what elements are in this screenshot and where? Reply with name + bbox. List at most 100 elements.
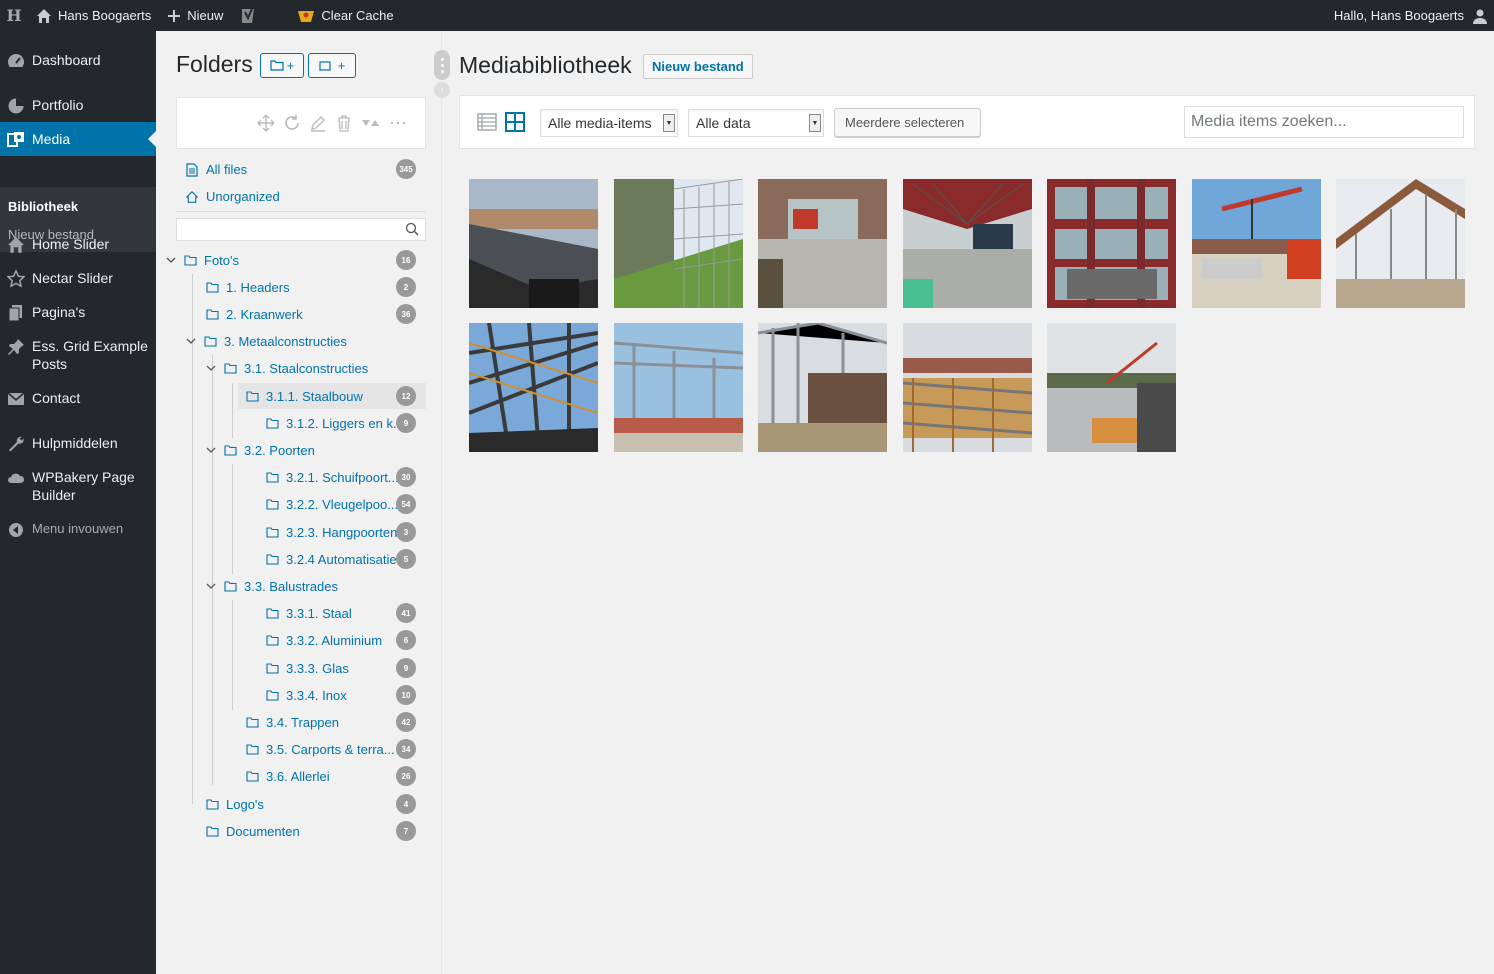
folder-icon [246, 390, 260, 402]
date-filter-select[interactable]: Alle data ▼ [688, 109, 824, 137]
media-thumbnail[interactable] [469, 323, 598, 452]
folder-icon [266, 607, 280, 619]
site-name-link[interactable]: Hans Boogaerts [28, 0, 159, 31]
media-thumbnail[interactable] [614, 323, 743, 452]
new-folder-button[interactable]: + [260, 53, 304, 78]
folder-label: 3.2.4 Automatisatie [286, 551, 397, 567]
chevron-down-icon[interactable] [166, 257, 178, 264]
folder-tree-item[interactable]: 3.2.1. Schuifpoort... [266, 464, 399, 490]
wp-logo-menu[interactable]: H [0, 0, 28, 31]
folder-label: 3.3.3. Glas [286, 660, 349, 676]
move-icon[interactable] [257, 114, 275, 137]
chevron-down-icon[interactable] [206, 365, 218, 372]
grid-view-icon[interactable] [505, 112, 525, 132]
mail-icon [6, 389, 26, 409]
folder-tree-item[interactable]: 3.2.4 Automatisatie [266, 546, 397, 572]
menu-contact[interactable]: Contact [0, 389, 156, 409]
unorganized-item[interactable]: Unorganized [186, 189, 280, 204]
menu-home-slider[interactable]: Home Slider [0, 235, 156, 255]
collapse-panel-icon[interactable]: ‹ [434, 82, 450, 98]
collapse-menu-button[interactable]: Menu invouwen [0, 520, 156, 540]
folder-icon [184, 254, 198, 266]
folder-tree-item[interactable]: 3.2.3. Hangpoorten [266, 519, 397, 545]
sort-icon[interactable] [361, 114, 381, 137]
submenu-library[interactable]: Bibliotheek [0, 199, 86, 214]
tree-connector-line [232, 600, 233, 710]
count-badge: 36 [396, 304, 416, 324]
media-thumbnail[interactable] [903, 323, 1032, 452]
media-thumbnail[interactable] [1336, 179, 1465, 308]
media-thumbnail[interactable] [903, 179, 1032, 308]
panel-resize-handle[interactable]: ‹ [434, 50, 450, 98]
media-thumbnail[interactable] [1192, 179, 1321, 308]
folder-tree-item[interactable]: 3.3.3. Glas [266, 655, 349, 681]
chevron-down-icon[interactable] [186, 338, 198, 345]
folder-tree-item[interactable]: 3. Metaalconstructies [186, 328, 347, 354]
all-files-item[interactable]: All files [186, 162, 247, 177]
media-thumbnail[interactable] [1047, 323, 1176, 452]
media-toolbar: Alle media-items ▼ Alle data ▼ Meerdere … [459, 95, 1475, 149]
menu-ess-grid[interactable]: Ess. Grid Example Posts [0, 337, 156, 373]
trash-icon[interactable] [335, 114, 353, 137]
refresh-icon[interactable] [283, 114, 301, 137]
folder-tree-item[interactable]: 3.1.2. Liggers en k... [266, 410, 404, 436]
folder-tree-item[interactable]: 3.3. Balustrades [206, 573, 338, 599]
edit-icon[interactable] [309, 114, 327, 137]
folder-tree-item[interactable]: 3.3.1. Staal [266, 600, 352, 626]
folder-tree-item[interactable]: 1. Headers [206, 274, 290, 300]
folder-label: 3.6. Allerlei [266, 768, 330, 784]
folder-tree-item[interactable]: Foto's [166, 247, 239, 273]
media-thumbnail[interactable] [469, 179, 598, 308]
media-thumbnail[interactable] [1047, 179, 1176, 308]
menu-nectar-slider[interactable]: Nectar Slider [0, 269, 156, 289]
menu-wpbakery[interactable]: WPBakery Page Builder [0, 468, 156, 504]
add-new-media-button[interactable]: Nieuw bestand [643, 54, 753, 79]
folder-tree-item[interactable]: 3.5. Carports & terra... [246, 736, 395, 762]
chevron-down-icon[interactable] [206, 447, 218, 454]
new-file-button[interactable]: + [308, 53, 356, 78]
folder-tree-item[interactable]: 3.6. Allerlei [246, 763, 330, 789]
folder-tree-item[interactable]: Documenten [206, 818, 300, 844]
menu-tools[interactable]: Hulpmiddelen [0, 434, 156, 454]
folder-label: 3.5. Carports & terra... [266, 741, 395, 757]
count-badge: 7 [396, 821, 416, 841]
media-type-select[interactable]: Alle media-items ▼ [540, 109, 678, 137]
media-thumbnail[interactable] [758, 323, 887, 452]
folder-tree-item[interactable]: 3.4. Trappen [246, 709, 339, 735]
media-thumbnail[interactable] [614, 179, 743, 308]
media-thumbnail[interactable] [758, 179, 887, 308]
folder-search-input[interactable] [176, 218, 426, 241]
folder-label: 3.3. Balustrades [244, 578, 338, 594]
menu-pages[interactable]: Pagina's [0, 303, 156, 323]
folder-tree-item[interactable]: 2. Kraanwerk [206, 301, 303, 327]
home-icon [6, 235, 26, 255]
menu-dashboard[interactable]: Dashboard [0, 51, 156, 71]
chevron-down-icon[interactable] [206, 583, 218, 590]
site-name-label: Hans Boogaerts [58, 8, 152, 23]
menu-media[interactable]: Media [0, 122, 156, 156]
folder-plus-icon [270, 60, 284, 71]
my-account-link[interactable]: Hallo, Hans Boogaerts [1326, 0, 1494, 31]
folder-tree-item[interactable]: 3.3.4. Inox [266, 682, 347, 708]
more-icon[interactable] [389, 114, 407, 137]
media-search-input[interactable] [1184, 106, 1464, 138]
list-view-icon[interactable] [477, 112, 497, 132]
count-badge: 34 [396, 739, 416, 759]
folder-icon [224, 580, 238, 592]
folder-tree-item[interactable]: 3.1. Staalconstructies [206, 355, 368, 381]
wp-logo-icon: H [6, 5, 22, 25]
clear-cache-link[interactable]: Clear Cache [289, 0, 401, 31]
pin-icon [6, 337, 26, 357]
folder-tree-item[interactable]: Logo's [206, 791, 264, 817]
folder-tree-item[interactable]: 3.2.2. Vleugelpoo... [266, 491, 398, 517]
count-badge: 12 [396, 386, 416, 406]
folder-label: 1. Headers [226, 279, 290, 295]
folder-tree-item[interactable]: 3.3.2. Aluminium [266, 627, 382, 653]
menu-portfolio[interactable]: Portfolio [0, 96, 156, 116]
yoast-menu[interactable] [231, 0, 273, 31]
bulk-select-button[interactable]: Meerdere selecteren [834, 108, 981, 137]
file-icon [186, 162, 200, 177]
folder-label: 3.2.1. Schuifpoort... [286, 469, 399, 485]
new-content-link[interactable]: Nieuw [159, 0, 231, 31]
folder-tree-item[interactable]: 3.2. Poorten [206, 437, 315, 463]
